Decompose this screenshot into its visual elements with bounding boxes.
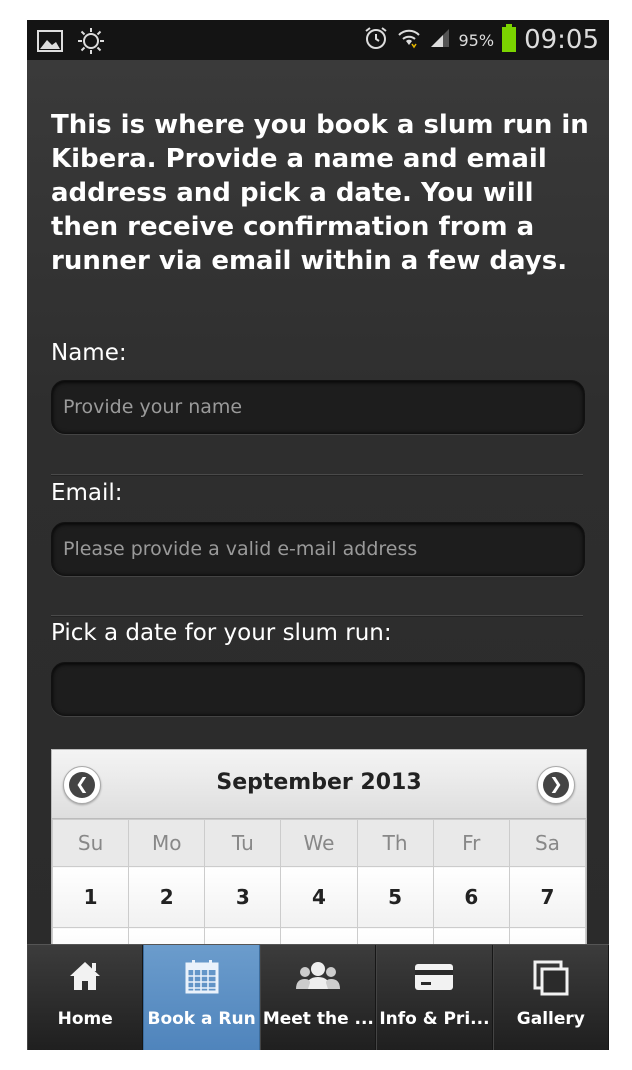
calendar-day[interactable]: 14 (508, 927, 587, 944)
date-label: Pick a date for your slum run: (51, 620, 392, 646)
next-month-button[interactable]: ❯ (537, 766, 575, 804)
calendar-week-row: 8 9 10 11 12 13 14 (51, 927, 587, 944)
calendar-month-title: September 2013 (216, 770, 422, 795)
nav-label: Info & Pri... (379, 1009, 490, 1029)
name-label: Name: (51, 340, 127, 366)
calendar-day[interactable]: 4 (280, 866, 358, 928)
divider (51, 615, 583, 617)
battery-percent: 95% (458, 30, 495, 50)
nav-item-gallery[interactable]: Gallery (492, 945, 609, 1050)
calendar-day[interactable]: 10 (204, 927, 282, 944)
status-bar: 95% 09:05 (27, 20, 609, 60)
weekday-header: Tu (204, 819, 282, 867)
date-field-wrapper (51, 662, 585, 716)
calendar-day[interactable]: 2 (128, 866, 206, 928)
calendar-week-row: 1 2 3 4 5 6 7 (51, 866, 587, 928)
email-field-wrapper (51, 522, 585, 576)
status-right-icons: 95% 09:05 (363, 20, 599, 60)
calendar-day[interactable]: 1 (51, 866, 130, 928)
calendar-day[interactable]: 8 (51, 927, 130, 944)
nav-item-info-pricing[interactable]: Info & Pri... (376, 945, 493, 1050)
battery-icon (502, 23, 517, 57)
nav-label: Home (57, 1009, 113, 1029)
weekday-header: Th (356, 819, 434, 867)
home-icon (28, 959, 142, 995)
weekday-header: Sa (508, 819, 587, 867)
nav-label: Meet the ... (262, 1009, 374, 1029)
nav-item-home[interactable]: Home (27, 945, 144, 1050)
chevron-right-icon: ❯ (543, 772, 569, 798)
nav-label: Gallery (516, 1009, 585, 1029)
calendar-header: ❮ September 2013 ❯ (52, 750, 586, 819)
weekday-header: We (280, 819, 358, 867)
gallery-icon (494, 959, 608, 996)
status-left-icons (37, 27, 105, 60)
signal-icon (429, 27, 451, 54)
email-label: Email: (51, 480, 123, 506)
weekday-header: Fr (432, 819, 510, 867)
calendar-day[interactable]: 12 (356, 927, 434, 944)
calendar-grid: Su Mo Tu We Th Fr Sa 1 2 3 4 5 6 7 (51, 819, 587, 944)
phone-screen: 95% 09:05 This is where you book a slum … (27, 20, 609, 1050)
weekday-header: Mo (128, 819, 206, 867)
email-input[interactable] (52, 523, 584, 575)
weekday-header: Su (51, 819, 130, 867)
calendar-day[interactable]: 13 (432, 927, 510, 944)
calendar-day[interactable]: 6 (432, 866, 510, 928)
calendar-day[interactable]: 11 (280, 927, 358, 944)
nav-label: Book a Run (147, 1009, 256, 1029)
name-field-wrapper (51, 380, 585, 434)
card-icon (377, 959, 491, 995)
calendar-day[interactable]: 7 (508, 866, 587, 928)
intro-text: This is where you book a slum run in Kib… (51, 110, 589, 276)
calendar-day[interactable]: 9 (128, 927, 206, 944)
brightness-icon (77, 27, 105, 60)
image-icon (37, 30, 63, 57)
calendar-icon (144, 959, 258, 995)
wifi-icon (397, 26, 421, 55)
nav-item-book-a-run[interactable]: Book a Run (143, 945, 260, 1050)
bottom-nav-bar: Home Book a Run Meet the ... Info & Pri.… (27, 944, 609, 1050)
alarm-icon (363, 25, 389, 56)
divider (51, 474, 583, 476)
calendar-day[interactable]: 5 (356, 866, 434, 928)
booking-content: This is where you book a slum run in Kib… (27, 60, 609, 944)
name-input[interactable] (52, 381, 584, 433)
people-icon (261, 959, 375, 995)
date-input[interactable] (52, 663, 584, 715)
nav-item-meet-the[interactable]: Meet the ... (259, 945, 377, 1050)
calendar-day[interactable]: 3 (204, 866, 282, 928)
clock: 09:05 (524, 25, 599, 55)
date-picker-calendar: ❮ September 2013 ❯ Su Mo Tu We Th Fr Sa … (51, 749, 587, 944)
weekday-row: Su Mo Tu We Th Fr Sa (51, 819, 587, 867)
